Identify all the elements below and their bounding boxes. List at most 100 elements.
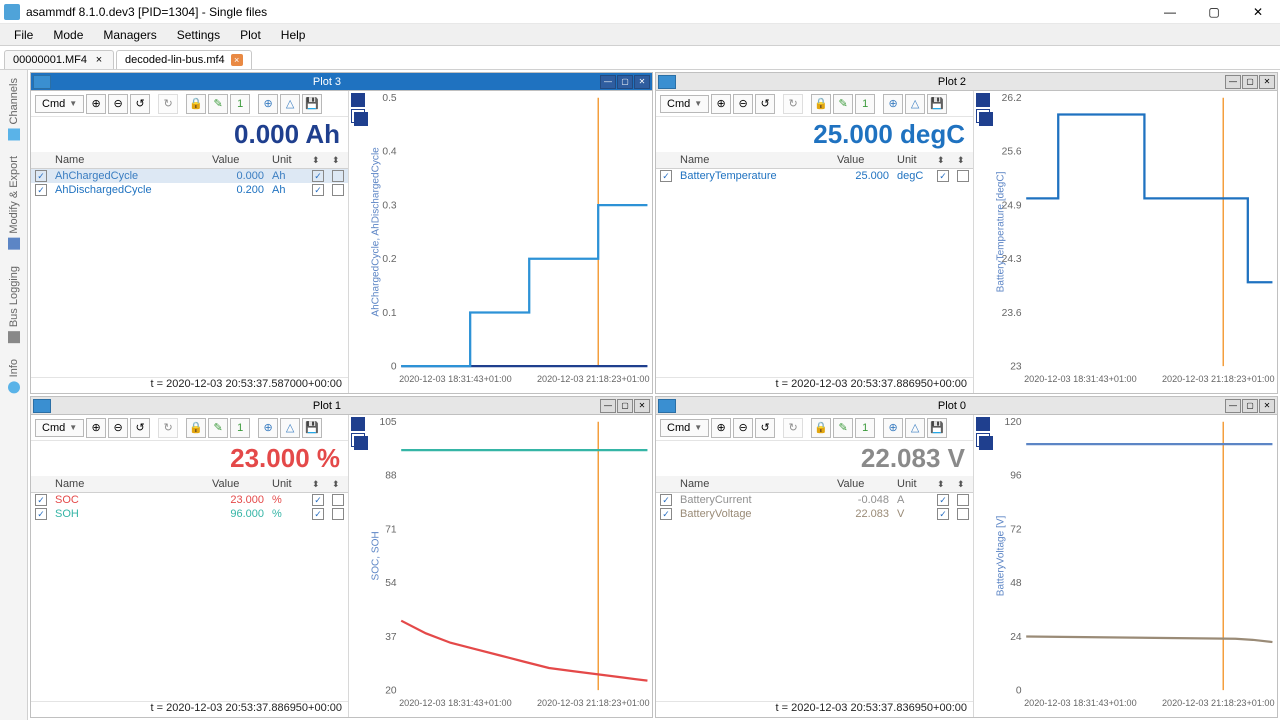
sort-icon[interactable]: ⬍ — [312, 479, 320, 489]
menu-mode[interactable]: Mode — [43, 26, 93, 44]
checkbox-icon[interactable]: ✓ — [35, 494, 47, 506]
pencil-icon[interactable]: ✎ — [833, 94, 853, 114]
cmd-dropdown[interactable]: Cmd▼ — [35, 95, 84, 113]
pane-titlebar[interactable]: Plot 1 — ▢ ✕ — [31, 397, 652, 415]
lock-icon[interactable]: 🔒 — [811, 418, 831, 438]
checkbox-icon[interactable]: ✓ — [35, 508, 47, 520]
chart-canvas[interactable]: AhChargedCycle, AhDischargedCycle00.10.2… — [367, 91, 652, 393]
lock-icon[interactable]: 🔒 — [186, 94, 206, 114]
one-icon[interactable]: 1 — [230, 94, 250, 114]
checkbox-icon[interactable] — [957, 508, 969, 520]
checkbox-icon[interactable]: ✓ — [937, 508, 949, 520]
target-icon[interactable]: ⊕ — [883, 94, 903, 114]
tab-file-1[interactable]: decoded-lin-bus.mf4 × — [116, 50, 252, 69]
signal-row[interactable]: ✓ SOH 96.000 % ✓ — [31, 507, 348, 521]
sort-icon[interactable]: ⬍ — [937, 479, 945, 489]
signal-row[interactable]: ✓ BatteryTemperature 25.000 degC ✓ — [656, 169, 973, 184]
zoom-out-icon[interactable]: ⊖ — [733, 94, 753, 114]
checkbox-icon[interactable]: ✓ — [937, 170, 949, 182]
sort-icon[interactable]: ⬍ — [312, 155, 320, 165]
redo-icon[interactable]: ↻ — [158, 94, 178, 114]
checkbox-icon[interactable] — [332, 508, 344, 520]
toggle-grid-icon[interactable] — [351, 433, 365, 447]
checkbox-icon[interactable]: ✓ — [312, 494, 324, 506]
checkbox-icon[interactable] — [332, 184, 344, 196]
one-icon[interactable]: 1 — [855, 418, 875, 438]
menu-file[interactable]: File — [4, 26, 43, 44]
checkbox-icon[interactable]: ✓ — [35, 170, 47, 182]
toggle-stack-icon[interactable] — [351, 417, 365, 431]
maximize-icon[interactable]: ▢ — [1242, 399, 1258, 413]
cmd-dropdown[interactable]: Cmd▼ — [660, 419, 709, 437]
menu-plot[interactable]: Plot — [230, 26, 271, 44]
zoom-out-icon[interactable]: ⊖ — [108, 94, 128, 114]
redo-icon[interactable]: ↻ — [158, 418, 178, 438]
redo-icon[interactable]: ↻ — [783, 418, 803, 438]
sidebar-tab-bus[interactable]: Bus Logging — [4, 258, 24, 351]
maximize-icon[interactable]: ▢ — [617, 399, 633, 413]
maximize-icon[interactable]: ▢ — [1242, 75, 1258, 89]
close-icon[interactable]: ✕ — [634, 75, 650, 89]
checkbox-icon[interactable]: ✓ — [660, 508, 672, 520]
toggle-grid-icon[interactable] — [976, 109, 990, 123]
menu-help[interactable]: Help — [271, 26, 316, 44]
one-icon[interactable]: 1 — [230, 418, 250, 438]
pencil-icon[interactable]: ✎ — [833, 418, 853, 438]
target-icon[interactable]: ⊕ — [258, 418, 278, 438]
zoom-out-icon[interactable]: ⊖ — [733, 418, 753, 438]
pane-titlebar[interactable]: Plot 3 — ▢ ✕ — [31, 73, 652, 91]
signal-row[interactable]: ✓ BatteryVoltage 22.083 V ✓ — [656, 507, 973, 521]
close-button[interactable]: ✕ — [1236, 0, 1280, 24]
lock-icon[interactable]: 🔒 — [811, 94, 831, 114]
chart-canvas[interactable]: BatteryTemperature [degC]2323.624.324.92… — [992, 91, 1277, 393]
sort-icon[interactable]: ⬍ — [957, 155, 965, 165]
save-icon[interactable]: 💾 — [927, 418, 947, 438]
sidebar-tab-channels[interactable]: Channels — [4, 70, 24, 148]
close-icon[interactable]: ✕ — [1259, 399, 1275, 413]
pane-titlebar[interactable]: Plot 2 — ▢ ✕ — [656, 73, 1277, 91]
minimize-icon[interactable]: — — [1225, 75, 1241, 89]
triangle-icon[interactable]: △ — [905, 94, 925, 114]
minimize-icon[interactable]: — — [600, 75, 616, 89]
one-icon[interactable]: 1 — [855, 94, 875, 114]
pencil-icon[interactable]: ✎ — [208, 418, 228, 438]
chart-canvas[interactable]: BatteryVoltage [V]0244872961202020-12-03… — [992, 415, 1277, 717]
minimize-icon[interactable]: — — [600, 399, 616, 413]
target-icon[interactable]: ⊕ — [883, 418, 903, 438]
cmd-dropdown[interactable]: Cmd▼ — [35, 419, 84, 437]
zoom-in-icon[interactable]: ⊕ — [711, 418, 731, 438]
triangle-icon[interactable]: △ — [905, 418, 925, 438]
save-icon[interactable]: 💾 — [302, 418, 322, 438]
checkbox-icon[interactable]: ✓ — [312, 508, 324, 520]
checkbox-icon[interactable] — [332, 494, 344, 506]
menu-managers[interactable]: Managers — [93, 26, 166, 44]
save-icon[interactable]: 💾 — [927, 94, 947, 114]
chart-canvas[interactable]: SOC, SOH20375471881052020-12-03 18:31:43… — [367, 415, 652, 717]
toggle-stack-icon[interactable] — [976, 93, 990, 107]
pencil-icon[interactable]: ✎ — [208, 94, 228, 114]
undo-icon[interactable]: ↺ — [755, 94, 775, 114]
close-icon[interactable]: × — [231, 54, 243, 66]
sidebar-tab-info[interactable]: Info — [4, 351, 24, 401]
triangle-icon[interactable]: △ — [280, 418, 300, 438]
cmd-dropdown[interactable]: Cmd▼ — [660, 95, 709, 113]
checkbox-icon[interactable]: ✓ — [660, 170, 672, 182]
minimize-icon[interactable]: — — [1225, 399, 1241, 413]
sort-icon[interactable]: ⬍ — [937, 155, 945, 165]
checkbox-icon[interactable]: ✓ — [35, 184, 47, 196]
checkbox-icon[interactable]: ✓ — [937, 494, 949, 506]
pane-titlebar[interactable]: Plot 0 — ▢ ✕ — [656, 397, 1277, 415]
close-icon[interactable]: ✕ — [1259, 75, 1275, 89]
toggle-stack-icon[interactable] — [976, 417, 990, 431]
lock-icon[interactable]: 🔒 — [186, 418, 206, 438]
maximize-icon[interactable]: ▢ — [617, 75, 633, 89]
sidebar-tab-modify[interactable]: Modify & Export — [4, 148, 24, 258]
signal-row[interactable]: ✓ AhDischargedCycle 0.200 Ah ✓ — [31, 183, 348, 197]
signal-row[interactable]: ✓ BatteryCurrent -0.048 A ✓ — [656, 493, 973, 508]
checkbox-icon[interactable] — [957, 170, 969, 182]
close-icon[interactable]: ✕ — [634, 399, 650, 413]
zoom-in-icon[interactable]: ⊕ — [86, 418, 106, 438]
signal-row[interactable]: ✓ AhChargedCycle 0.000 Ah ✓ — [31, 169, 348, 184]
zoom-in-icon[interactable]: ⊕ — [86, 94, 106, 114]
sort-icon[interactable]: ⬍ — [332, 479, 340, 489]
